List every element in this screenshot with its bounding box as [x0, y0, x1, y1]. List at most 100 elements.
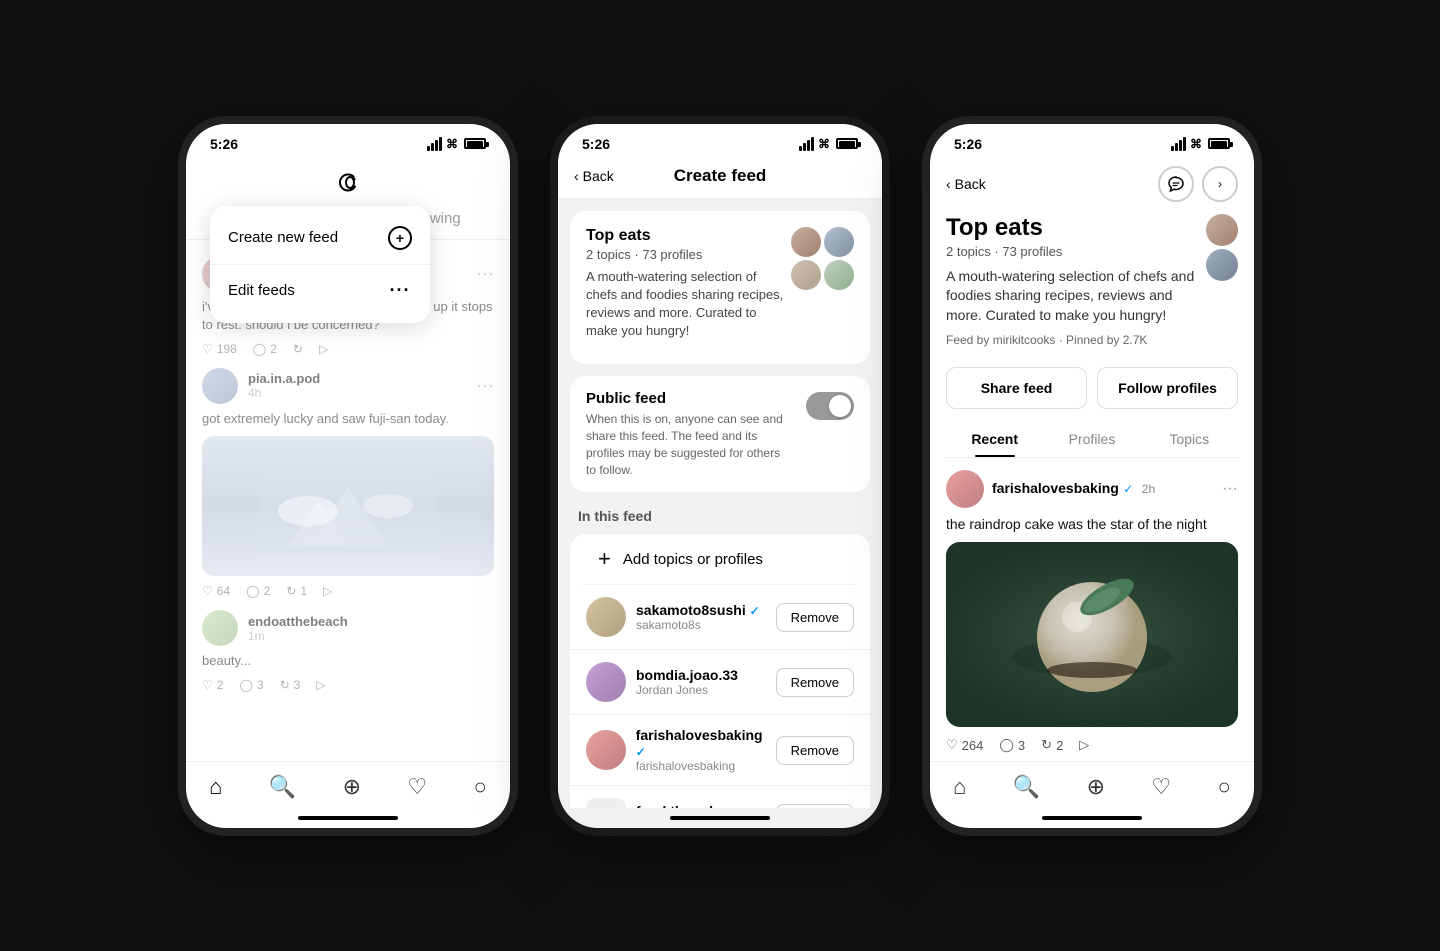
repost-action-1[interactable]: ↻: [293, 342, 303, 356]
speech-bubble-icon[interactable]: [1158, 166, 1194, 202]
more-dots-2[interactable]: ···: [476, 375, 494, 396]
feed-detail-header: ‹ Back ›: [930, 158, 1254, 214]
repost-action-2[interactable]: ↻1: [286, 584, 307, 598]
profile-nav-3[interactable]: ○: [1217, 774, 1230, 800]
tab-profiles[interactable]: Profiles: [1043, 421, 1140, 457]
tab-recent[interactable]: Recent: [946, 421, 1043, 457]
phone-2: 5:26 ⌘ ‹ Back Create feed Top eats 2 top…: [550, 116, 890, 836]
bottom-nav-1: ⌂ 🔍 ⊕ ♡ ○: [186, 761, 510, 808]
share-feed-button[interactable]: Share feed: [946, 367, 1087, 409]
feed-tabs: Recent Profiles Topics: [946, 421, 1238, 458]
verified-badge-3: ✓: [636, 745, 646, 759]
home-indicator-1: [186, 808, 510, 828]
signal-icon-2: [799, 137, 814, 151]
battery-icon: [464, 138, 486, 149]
like-action-2[interactable]: ♡64: [202, 584, 230, 598]
app-header: [186, 158, 510, 202]
more-icon: ···: [388, 279, 412, 303]
feed-info-card: Top eats 2 topics · 73 profiles A mouth-…: [570, 211, 870, 365]
follow-profiles-button[interactable]: Follow profiles: [1097, 367, 1238, 409]
detail-actions: ♡ 264 ◯ 3 ↻ 2 ▷: [946, 737, 1238, 753]
bottom-nav-3: ⌂ 🔍 ⊕ ♡ ○: [930, 761, 1254, 808]
post-3: endoatthebeach 1m beauty... ♡2 ◯3 ↻3 ▷: [202, 610, 494, 692]
repost-action-detail[interactable]: ↻ 2: [1041, 737, 1063, 753]
back-chevron-2: ‹: [574, 168, 579, 184]
create-feed-header: ‹ Back Create feed: [558, 158, 882, 199]
home-nav-3[interactable]: ⌂: [953, 774, 966, 800]
status-bar-2: 5:26 ⌘: [558, 124, 882, 158]
avatar-bomdia: [586, 662, 626, 702]
feed-avatars-grid: [791, 227, 854, 290]
share-icon: ▷: [319, 342, 328, 356]
remove-btn-1[interactable]: Remove: [776, 603, 854, 632]
like-action-1[interactable]: ♡ 198: [202, 342, 237, 356]
repost-icon: ↻: [293, 342, 303, 356]
remove-btn-3[interactable]: Remove: [776, 736, 854, 765]
comment-action-2[interactable]: ◯2: [246, 584, 270, 598]
comment-action-1[interactable]: ◯ 2: [253, 342, 277, 356]
avatar-pia: [202, 368, 238, 404]
share-action-2[interactable]: ▷: [323, 584, 332, 598]
create-feed-scroll[interactable]: Top eats 2 topics · 73 profiles A mouth-…: [558, 199, 882, 808]
home-nav-icon[interactable]: ⌂: [209, 774, 222, 800]
detail-post: farishalovesbaking ✓ 2h ··· the raindrop…: [930, 458, 1254, 760]
verified-badge-1: ✓: [750, 604, 760, 618]
create-nav-3[interactable]: ⊕: [1087, 774, 1105, 800]
screen-title-2: Create feed: [674, 166, 767, 186]
heart-nav-3[interactable]: ♡: [1151, 774, 1171, 800]
search-nav-3[interactable]: 🔍: [1013, 774, 1040, 800]
repost-detail-icon: ↻: [1041, 737, 1052, 753]
add-topics-row[interactable]: + Add topics or profiles: [582, 534, 858, 585]
dropdown-menu: Create new feed + Edit feeds ···: [210, 206, 430, 323]
avatar-sakamoto: [586, 597, 626, 637]
header-icons: ›: [1158, 166, 1238, 202]
create-nav-icon[interactable]: ⊕: [343, 774, 361, 800]
comment-action-detail[interactable]: ◯ 3: [999, 737, 1025, 753]
feed-scroll[interactable]: farishalovesbaking ✓ 2h ··· the raindrop…: [930, 458, 1254, 760]
phone-3: 5:26 ⌘ ‹ Back ›: [922, 116, 1262, 836]
like-action-detail[interactable]: ♡ 264: [946, 737, 983, 753]
status-bar-3: 5:26 ⌘: [930, 124, 1254, 158]
time-1: 5:26: [210, 136, 238, 152]
post-2: pia.in.a.pod 4h ··· got extremely lucky …: [202, 368, 494, 598]
topic-icon: 🔍: [586, 798, 626, 807]
time-2: 5:26: [582, 136, 610, 152]
avatar-endo: [202, 610, 238, 646]
share-action-1[interactable]: ▷: [319, 342, 328, 356]
profile-list-container: + Add topics or profiles sakamoto8sushi …: [570, 534, 870, 807]
status-bar-1: 5:26 ⌘: [186, 124, 510, 158]
share-action-detail[interactable]: ▷: [1079, 737, 1089, 753]
status-icons-2: ⌘: [799, 137, 858, 151]
avatar-farisha-detail: [946, 470, 984, 508]
back-button-2[interactable]: ‹ Back: [574, 168, 614, 184]
back-button-3[interactable]: ‹ Back: [946, 176, 986, 192]
home-indicator-3: [930, 808, 1254, 828]
post-image-2: [202, 436, 494, 576]
in-feed-label: In this feed: [558, 504, 882, 534]
home-indicator-2: [558, 808, 882, 828]
profile-item-1: sakamoto8sushi ✓ sakamoto8s Remove: [570, 585, 870, 650]
plus-circle-icon: +: [388, 226, 412, 250]
edit-feeds-item[interactable]: Edit feeds ···: [210, 264, 430, 317]
share-detail-icon: ▷: [1079, 737, 1089, 753]
status-icons-3: ⌘: [1171, 137, 1230, 151]
heart-nav-icon[interactable]: ♡: [407, 774, 427, 800]
wifi-icon: ⌘: [446, 137, 458, 151]
tab-topics[interactable]: Topics: [1141, 421, 1238, 457]
wifi-icon-3: ⌘: [1190, 137, 1202, 151]
public-feed-toggle[interactable]: [806, 392, 854, 420]
more-options-icon[interactable]: ›: [1202, 166, 1238, 202]
signal-icon: [427, 137, 442, 151]
search-nav-icon[interactable]: 🔍: [269, 774, 296, 800]
comment-detail-icon: ◯: [999, 737, 1014, 753]
heart-detail-icon: ♡: [946, 737, 958, 753]
top-eats-avatars: [1206, 214, 1238, 281]
remove-btn-2[interactable]: Remove: [776, 668, 854, 697]
detail-post-image: [946, 542, 1238, 727]
profile-nav-icon[interactable]: ○: [473, 774, 486, 800]
more-dots-1[interactable]: ···: [476, 263, 494, 284]
create-new-feed-item[interactable]: Create new feed +: [210, 212, 430, 264]
more-dots-detail[interactable]: ···: [1222, 480, 1238, 498]
avatar-farisha: [586, 730, 626, 770]
comment-icon: ◯: [253, 342, 266, 356]
